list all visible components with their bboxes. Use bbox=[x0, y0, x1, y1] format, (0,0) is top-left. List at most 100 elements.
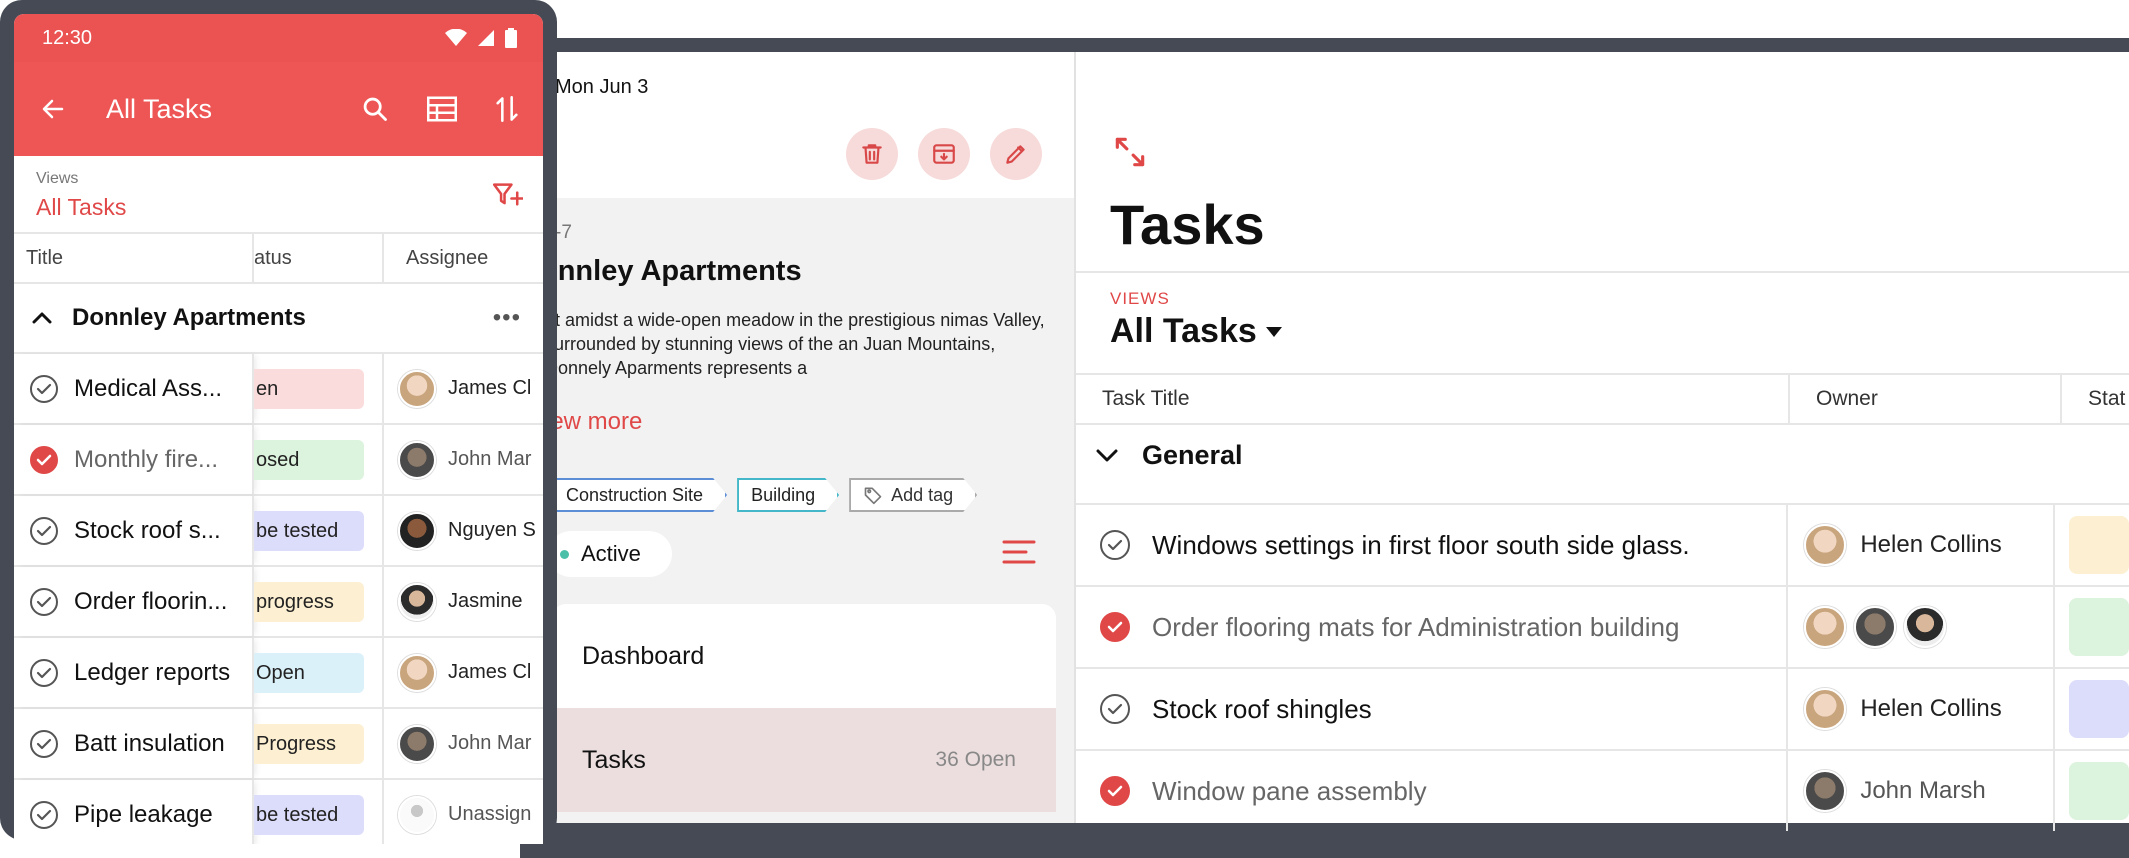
table-row[interactable]: Order floorin... progress Jasmine bbox=[14, 567, 543, 638]
assignee-cell[interactable]: Unassign bbox=[384, 780, 543, 844]
status-badge bbox=[2069, 680, 2129, 738]
status-cell[interactable] bbox=[2055, 751, 2129, 831]
owner-cell[interactable]: Helen Collins bbox=[1786, 669, 2055, 749]
assignee-name: James Cl bbox=[448, 377, 532, 399]
status-badge bbox=[2069, 762, 2129, 820]
date-label: Mon Jun 3 bbox=[555, 76, 649, 98]
table-row[interactable]: Stock roof s... be tested Nguyen S bbox=[14, 496, 543, 567]
task-title-cell: Order floorin... bbox=[14, 567, 254, 636]
group-header-donnley[interactable]: Donnley Apartments ••• bbox=[14, 284, 543, 354]
assignee-cell[interactable]: John Mar bbox=[384, 425, 543, 494]
add-tag-button[interactable]: Add tag bbox=[849, 478, 977, 512]
owner-cell[interactable]: Helen Collins bbox=[1786, 505, 2055, 585]
edit-button[interactable] bbox=[990, 128, 1042, 180]
filter-add-icon[interactable] bbox=[493, 182, 523, 208]
status-cell[interactable]: Progress bbox=[254, 709, 384, 778]
expand-icon[interactable] bbox=[1111, 133, 1149, 176]
status-pill[interactable]: Active bbox=[548, 531, 672, 577]
complete-checkbox[interactable] bbox=[30, 516, 58, 545]
status-badge bbox=[2069, 516, 2129, 574]
assignee-name: John Mar bbox=[448, 448, 532, 470]
delete-button[interactable] bbox=[846, 128, 898, 180]
table-row[interactable]: Pipe leakage be tested Unassign bbox=[14, 780, 543, 844]
search-icon[interactable] bbox=[361, 95, 389, 123]
status-cell[interactable] bbox=[2055, 505, 2129, 585]
tag-building[interactable]: Building bbox=[737, 478, 839, 512]
more-icon[interactable]: ••• bbox=[493, 304, 521, 332]
table-row[interactable]: Stock roof shingles Helen Collins bbox=[1076, 667, 2129, 749]
avatar bbox=[1804, 770, 1847, 812]
table-header: Title atus Assignee bbox=[14, 234, 543, 284]
task-title: Order floorin... bbox=[74, 587, 228, 615]
table-row[interactable]: Ledger reports Open James Cl bbox=[14, 638, 543, 709]
complete-checkbox[interactable] bbox=[30, 445, 58, 474]
group-header-general[interactable]: General bbox=[1096, 440, 1243, 471]
assignee-cell[interactable]: Nguyen S bbox=[384, 496, 543, 565]
complete-checkbox[interactable] bbox=[30, 729, 58, 758]
column-task-title[interactable]: Task Title bbox=[1076, 375, 1790, 423]
complete-checkbox[interactable] bbox=[30, 587, 58, 616]
avatar bbox=[1904, 606, 1947, 648]
complete-checkbox[interactable] bbox=[1100, 694, 1130, 724]
nav-item-dashboard[interactable]: Dashboard bbox=[552, 604, 1056, 708]
table-row[interactable]: Order flooring mats for Administration b… bbox=[1076, 585, 2129, 667]
column-owner[interactable]: Owner bbox=[1790, 375, 2062, 423]
status-cell[interactable]: be tested bbox=[254, 496, 384, 565]
column-assignee[interactable]: Assignee bbox=[384, 234, 543, 282]
project-description: et amidst a wide-open meadow in the pres… bbox=[545, 310, 1045, 378]
task-title: Stock roof s... bbox=[74, 516, 221, 544]
signal-icon bbox=[478, 30, 494, 46]
menu-lines-icon[interactable] bbox=[1002, 538, 1036, 571]
owner-cell[interactable] bbox=[1786, 587, 2055, 667]
table-row[interactable]: Batt insulation Progress John Mar bbox=[14, 709, 543, 780]
status-cell[interactable]: Open bbox=[254, 638, 384, 707]
avatar bbox=[398, 653, 436, 692]
status-cell[interactable]: be tested bbox=[254, 780, 384, 844]
project-actions bbox=[846, 128, 1042, 180]
complete-checkbox[interactable] bbox=[30, 658, 58, 687]
tag-construction-site[interactable]: Construction Site bbox=[552, 478, 727, 512]
column-status[interactable]: atus bbox=[254, 234, 384, 282]
archive-button[interactable] bbox=[918, 128, 970, 180]
status-label: Active bbox=[581, 541, 641, 566]
status-badge: Open bbox=[254, 652, 364, 693]
complete-checkbox[interactable] bbox=[30, 800, 58, 829]
divider bbox=[1076, 271, 2129, 273]
assignee-cell[interactable]: James Cl bbox=[384, 638, 543, 707]
assignee-cell[interactable]: John Mar bbox=[384, 709, 543, 778]
owner-cell[interactable]: John Marsh bbox=[1786, 751, 2055, 831]
nav-item-tasks[interactable]: Tasks 36 Open bbox=[552, 708, 1056, 812]
complete-checkbox[interactable] bbox=[1100, 612, 1130, 642]
complete-checkbox[interactable] bbox=[1100, 776, 1130, 806]
nav-item-label: Dashboard bbox=[582, 641, 705, 670]
avatar bbox=[398, 440, 436, 479]
column-title[interactable]: Title bbox=[14, 234, 254, 282]
page-title: Tasks bbox=[1110, 193, 1265, 256]
project-code: -7 bbox=[555, 222, 572, 243]
table-icon[interactable] bbox=[427, 96, 457, 122]
task-title: Windows settings in first floor south si… bbox=[1152, 529, 1690, 560]
view-more-link[interactable]: iew more bbox=[545, 408, 642, 436]
phone-task-list: Medical Ass... en James Cl Monthly fire... o… bbox=[14, 354, 543, 844]
views-selector[interactable]: Views All Tasks bbox=[14, 156, 543, 234]
add-tag-label: Add tag bbox=[891, 484, 954, 505]
complete-checkbox[interactable] bbox=[1100, 530, 1130, 560]
table-row[interactable]: Medical Ass... en James Cl bbox=[14, 354, 543, 425]
table-row[interactable]: Window pane assembly John Marsh bbox=[1076, 749, 2129, 831]
table-row[interactable]: Windows settings in first floor south si… bbox=[1076, 503, 2129, 585]
status-cell[interactable]: progress bbox=[254, 567, 384, 636]
complete-checkbox[interactable] bbox=[30, 374, 58, 403]
column-status[interactable]: Stat bbox=[2062, 375, 2129, 423]
assignee-cell[interactable]: Jasmine bbox=[384, 567, 543, 636]
status-cell[interactable] bbox=[2055, 587, 2129, 667]
table-row[interactable]: Monthly fire... osed John Mar bbox=[14, 425, 543, 496]
task-title-cell: Windows settings in first floor south si… bbox=[1076, 505, 1786, 585]
assignee-cell[interactable]: James Cl bbox=[384, 354, 543, 423]
views-dropdown[interactable]: All Tasks bbox=[1110, 312, 1283, 351]
status-cell[interactable] bbox=[2055, 669, 2129, 749]
sort-icon[interactable] bbox=[495, 95, 519, 123]
status-cell[interactable]: osed bbox=[254, 425, 384, 494]
status-cell[interactable]: en bbox=[254, 354, 384, 423]
status-badge bbox=[2069, 598, 2129, 656]
arrow-left-icon[interactable] bbox=[40, 97, 66, 121]
